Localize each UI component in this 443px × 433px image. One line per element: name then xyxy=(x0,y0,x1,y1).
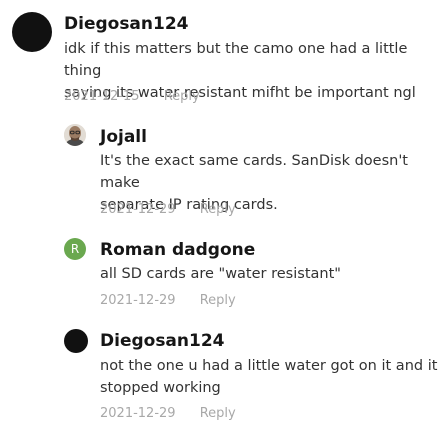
comment-text: not the one u had a little water got on … xyxy=(100,355,440,399)
comment-date: 2021-12-29 xyxy=(100,406,176,421)
reply-button[interactable]: Reply xyxy=(200,406,236,421)
avatar[interactable] xyxy=(12,12,52,52)
comment-date: 2021-12-29 xyxy=(100,293,176,308)
comment-author[interactable]: Roman dadgone xyxy=(100,240,255,260)
comment-text-line: idk if this matters but the camo one had… xyxy=(64,41,408,79)
reply-button[interactable]: Reply xyxy=(200,202,236,217)
comment-meta: 2021-12-29 Reply xyxy=(100,293,236,308)
avatar[interactable] xyxy=(64,124,86,146)
avatar[interactable] xyxy=(64,329,88,353)
comment-author[interactable]: Diegosan124 xyxy=(64,14,189,34)
comment-meta: 2021-12-15 Reply xyxy=(64,89,200,104)
avatar-initial: R xyxy=(70,242,80,256)
user-photo-icon xyxy=(64,124,86,146)
comment-date: 2021-12-29 xyxy=(100,202,176,217)
comment-text-line: stopped working xyxy=(100,380,221,396)
comment-text-line: It's the exact same cards. SanDisk doesn… xyxy=(100,153,408,191)
comment-author[interactable]: Diegosan124 xyxy=(100,331,225,351)
comment-text: all SD cards are "water resistant" xyxy=(100,263,440,285)
comment-meta: 2021-12-29 Reply xyxy=(100,202,236,217)
reply-button[interactable]: Reply xyxy=(164,89,200,104)
comment-text-line: all SD cards are "water resistant" xyxy=(100,266,341,282)
comment-author[interactable]: Jojall xyxy=(100,127,147,147)
comment-meta: 2021-12-29 Reply xyxy=(100,406,236,421)
avatar[interactable]: R xyxy=(64,238,86,260)
comment-text-line: not the one u had a little water got on … xyxy=(100,358,438,374)
comment-date: 2021-12-15 xyxy=(64,89,140,104)
reply-button[interactable]: Reply xyxy=(200,293,236,308)
